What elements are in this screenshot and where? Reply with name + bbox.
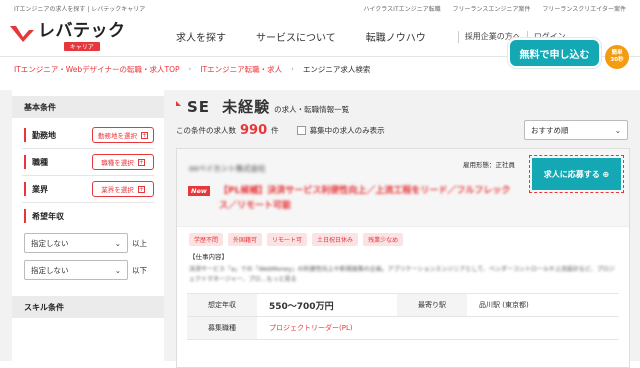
tag: 学歴不問 (189, 233, 223, 246)
plus-icon: + (138, 186, 145, 193)
select-job-type-button[interactable]: 職種を選択+ (92, 154, 154, 170)
chevron-right-icon: › (189, 65, 192, 73)
tag: 残業少なめ (363, 233, 403, 246)
job-tags: 学歴不問 外国籍可 リモート可 土日祝日休み 残業少なめ (177, 227, 629, 246)
breadcrumb-current: エンジニア求人検索 (303, 64, 371, 75)
top-utility-bar: ITエンジニアの求人を探す | レバテックキャリア ハイクラスITエンジニア転職… (0, 0, 640, 17)
plus-icon: + (141, 132, 148, 139)
chevron-right-icon: › (291, 65, 294, 73)
site-header: レバテック キャリア 求人を探す サービスについて 転職ノウハウ 採用企業の方へ… (0, 17, 640, 57)
salary-min-row: 指定しない⌄ 以上 (12, 233, 164, 253)
filter-label: 職種 (24, 157, 48, 168)
job-apply-wrapper: 求人に応募する ⊕ (529, 155, 624, 193)
breadcrumb-it-jobs[interactable]: ITエンジニア転職・求人 (200, 64, 282, 75)
select-industry-button[interactable]: 業界を選択+ (92, 181, 154, 197)
keyword-1: SE (187, 98, 210, 116)
badge-line1: 簡単 (611, 50, 622, 57)
salary-value: 550〜700万円 (257, 299, 397, 312)
logo-main-text: レバテック (38, 22, 126, 41)
free-signup-button[interactable]: 無料で申し込む (508, 38, 601, 68)
logo-sub-text: キャリア (64, 42, 100, 51)
arrow-circle-icon: ⊕ (603, 170, 610, 179)
open-only-label[interactable]: 募集中の求人のみ表示 (310, 125, 385, 136)
salary-max-suffix: 以下 (132, 265, 147, 276)
select-location-button[interactable]: 勤務地を選択+ (92, 127, 154, 143)
job-title[interactable]: 【PL候補】決済サービス利便性向上／上流工程をリード／フルフレックス／リモート可… (219, 184, 519, 214)
result-count: 990 (240, 123, 267, 138)
link-highclass[interactable]: ハイクラスITエンジニア転職 (364, 6, 441, 13)
salary-key: 想定年収 (187, 294, 257, 316)
filter-sidebar: 基本条件 勤務地 勤務地を選択+ 職種 職種を選択+ 業界 業界を選択+ 希望年… (12, 90, 164, 361)
job-card[interactable]: ooベイカント株式会社 New 【PL候補】決済サービス利便性向上／上流工程をリ… (176, 148, 630, 368)
logo[interactable]: レバテック キャリア (10, 22, 130, 52)
station-key: 最寄り駅 (397, 294, 467, 316)
filter-salary: 希望年収 (12, 203, 164, 229)
title-suffix: の求人・転職情報一覧 (274, 104, 349, 115)
job-apply-button[interactable]: 求人に応募する ⊕ (532, 158, 621, 190)
filter-location: 勤務地 勤務地を選択+ (12, 122, 164, 148)
job-description-heading: 【仕事内容】 (177, 246, 629, 261)
open-only-checkbox[interactable] (297, 126, 306, 135)
nav-services[interactable]: サービスについて (256, 29, 336, 44)
role-value[interactable]: プロジェクトリーダー(PL) (257, 323, 397, 333)
external-links: ハイクラスITエンジニア転職 フリーランスエンジニア案件 フリーランスクリエイタ… (354, 4, 626, 13)
chevron-down-icon: ⌄ (115, 239, 121, 248)
sort-select[interactable]: おすすめ順 ⌄ (524, 120, 628, 140)
salary-max-row: 指定しない⌄ 以下 (12, 260, 164, 280)
quick-30sec-badge: 簡単 30秒 (605, 45, 629, 69)
sort-value: おすすめ順 (531, 125, 569, 136)
logo-chevron-icon (10, 26, 36, 44)
count-prefix: この条件の求人数 (176, 125, 236, 136)
job-description: 決済サービス「a」での「WebMoney」の利便性向上や新規施策の企画。アプリケ… (177, 261, 629, 285)
link-freelance-engineer[interactable]: フリーランスエンジニア案件 (453, 6, 531, 13)
job-info-table: 想定年収 550〜700万円 最寄り駅 品川駅 (東京都) 募集職種 プロジェク… (187, 293, 619, 340)
keyword-2: 未経験 (222, 98, 270, 116)
nav-find-jobs[interactable]: 求人を探す (176, 29, 226, 44)
results-content: SE 未経験 の求人・転職情報一覧 この条件の求人数 990 件 募集中の求人のみ… (176, 90, 640, 361)
results-title: SE 未経験 の求人・転職情報一覧 (176, 96, 640, 117)
company-name: ooベイカント株式会社 (189, 163, 266, 174)
salary-min-select[interactable]: 指定しない⌄ (24, 233, 128, 253)
role-key: 募集職種 (187, 317, 257, 339)
filter-label: 業界 (24, 184, 48, 195)
chevron-down-icon: ⌄ (115, 266, 121, 275)
salary-min-suffix: 以上 (132, 238, 147, 249)
info-row: 募集職種 プロジェクトリーダー(PL) (187, 317, 619, 340)
job-card-header: ooベイカント株式会社 New 【PL候補】決済サービス利便性向上／上流工程をリ… (177, 149, 629, 227)
link-freelance-creator[interactable]: フリーランスクリエイター案件 (542, 6, 626, 13)
chevron-down-icon: ⌄ (615, 126, 621, 135)
salary-max-select[interactable]: 指定しない⌄ (24, 260, 128, 280)
tag: 外国籍可 (228, 233, 262, 246)
filter-industry: 業界 業界を選択+ (12, 176, 164, 202)
main-area: 基本条件 勤務地 勤務地を選択+ 職種 職種を選択+ 業界 業界を選択+ 希望年… (0, 90, 640, 361)
info-row: 想定年収 550〜700万円 最寄り駅 品川駅 (東京都) (187, 294, 619, 317)
count-unit: 件 (271, 125, 279, 136)
filter-label: 勤務地 (24, 130, 56, 141)
employment-type: 雇用形態：正社員 (463, 159, 515, 169)
basic-conditions-heading: 基本条件 (12, 96, 164, 118)
station-value: 品川駅 (東京都) (467, 300, 607, 310)
tag: 土日祝日休み (312, 233, 358, 246)
new-badge: New (188, 186, 210, 196)
breadcrumb-top[interactable]: ITエンジニア・Webデザイナーの転職・求人TOP (14, 64, 180, 75)
filter-label: 希望年収 (24, 211, 64, 222)
title-marker-icon (176, 101, 181, 106)
skill-conditions-heading: スキル条件 (12, 296, 164, 318)
nav-know-how[interactable]: 転職ノウハウ (366, 29, 426, 44)
plus-icon: + (138, 159, 145, 166)
badge-line2: 30秒 (610, 57, 623, 64)
filter-job-type: 職種 職種を選択+ (12, 149, 164, 175)
main-nav: 求人を探す サービスについて 転職ノウハウ (176, 29, 456, 44)
tag: リモート可 (267, 233, 307, 246)
site-tagline: ITエンジニアの求人を探す | レバテックキャリア (14, 4, 145, 13)
